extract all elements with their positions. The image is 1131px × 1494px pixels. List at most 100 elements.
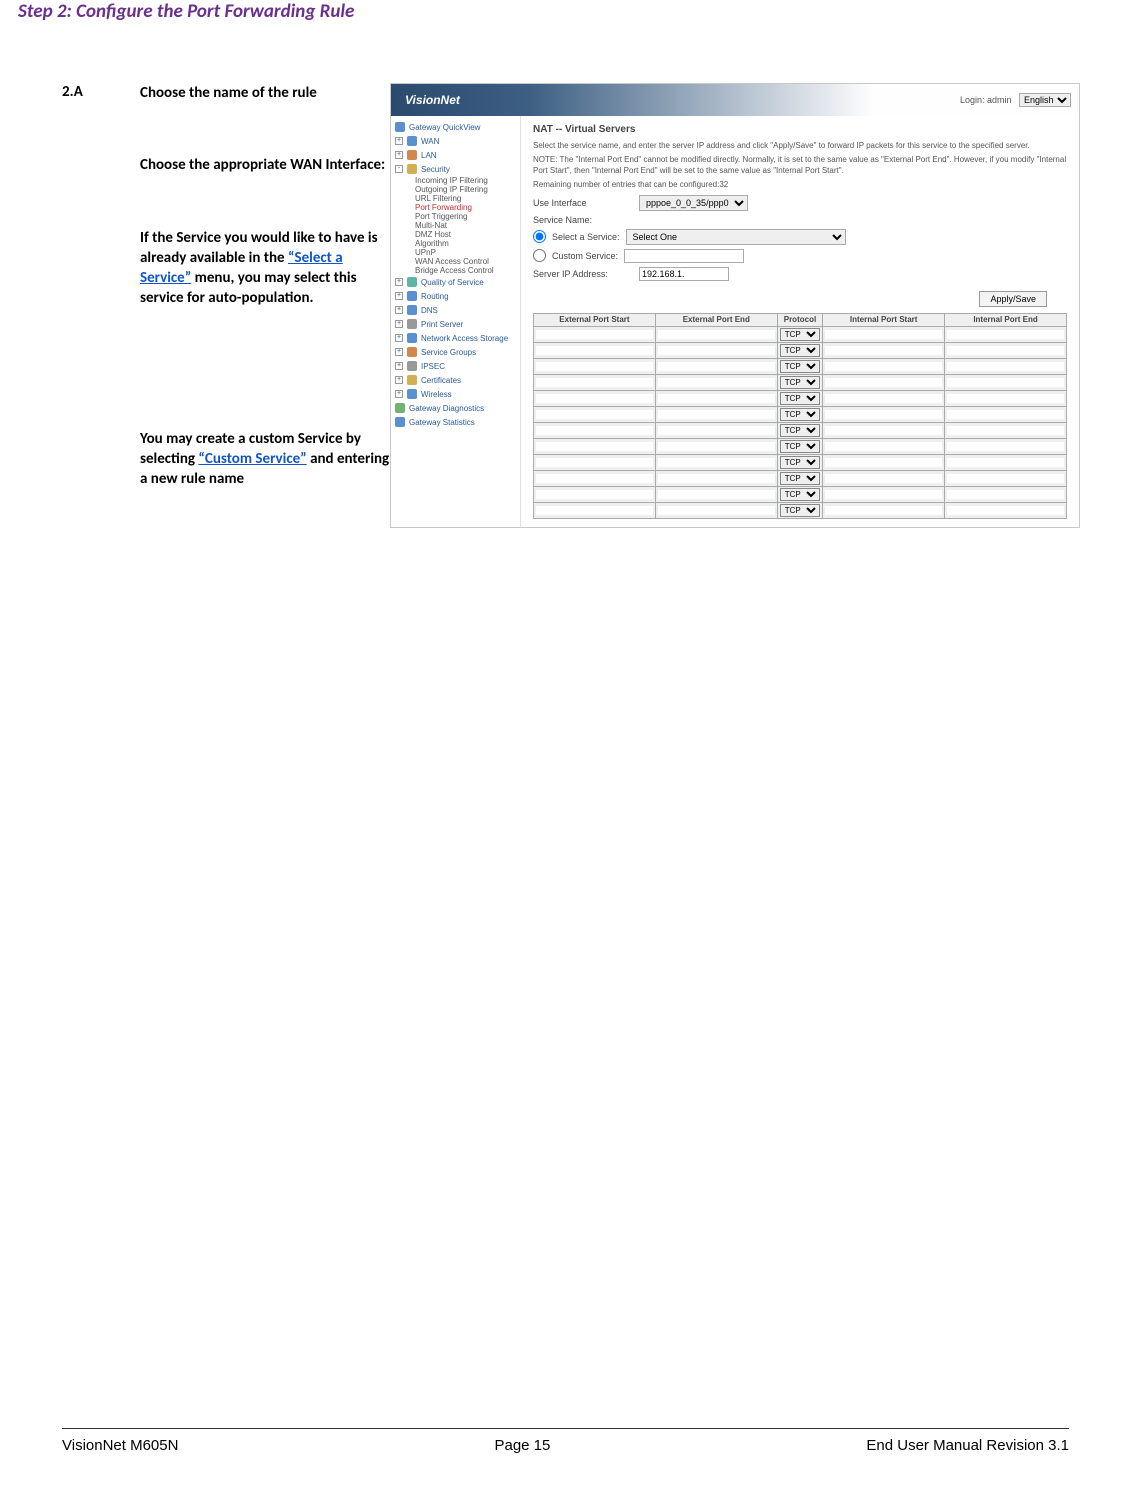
ext-port-end-input[interactable]: [658, 474, 775, 483]
int-port-start-input[interactable]: [825, 474, 942, 483]
protocol-select[interactable]: TCP: [780, 344, 821, 357]
expand-icon[interactable]: +: [395, 278, 403, 286]
int-port-start-input[interactable]: [825, 442, 942, 451]
sidebar-sub[interactable]: Port Triggering: [391, 212, 520, 221]
protocol-select[interactable]: TCP: [780, 440, 821, 453]
int-port-start-input[interactable]: [825, 330, 942, 339]
language-select[interactable]: English: [1019, 93, 1071, 107]
int-port-start-input[interactable]: [825, 490, 942, 499]
sidebar-item-routing[interactable]: +Routing: [391, 289, 520, 303]
ext-port-end-input[interactable]: [658, 346, 775, 355]
custom-service-input[interactable]: [624, 249, 744, 263]
sidebar-item-security[interactable]: -Security: [391, 162, 520, 176]
sidebar-item-ipsec[interactable]: +IPSEC: [391, 359, 520, 373]
sidebar-item-wireless[interactable]: +Wireless: [391, 387, 520, 401]
int-port-start-input[interactable]: [825, 394, 942, 403]
int-port-start-input[interactable]: [825, 458, 942, 467]
int-port-end-input[interactable]: [947, 410, 1064, 419]
int-port-end-input[interactable]: [947, 346, 1064, 355]
int-port-end-input[interactable]: [947, 490, 1064, 499]
int-port-start-input[interactable]: [825, 362, 942, 371]
int-port-start-input[interactable]: [825, 506, 942, 515]
int-port-end-input[interactable]: [947, 442, 1064, 451]
ext-port-end-input[interactable]: [658, 442, 775, 451]
ext-port-end-input[interactable]: [658, 490, 775, 499]
sidebar-sub[interactable]: Multi-Nat: [391, 221, 520, 230]
ext-port-start-input[interactable]: [536, 346, 653, 355]
ext-port-end-input[interactable]: [658, 410, 775, 419]
ext-port-start-input[interactable]: [536, 426, 653, 435]
int-port-end-input[interactable]: [947, 330, 1064, 339]
ext-port-start-input[interactable]: [536, 506, 653, 515]
sidebar-item-stats[interactable]: Gateway Statistics: [391, 415, 520, 429]
sidebar-sub[interactable]: Incoming IP Filtering: [391, 176, 520, 185]
int-port-start-input[interactable]: [825, 426, 942, 435]
protocol-select[interactable]: TCP: [780, 488, 821, 501]
expand-icon[interactable]: +: [395, 362, 403, 370]
protocol-select[interactable]: TCP: [780, 392, 821, 405]
ext-port-end-input[interactable]: [658, 426, 775, 435]
int-port-end-input[interactable]: [947, 426, 1064, 435]
ext-port-start-input[interactable]: [536, 474, 653, 483]
sidebar-item-qos[interactable]: +Quality of Service: [391, 275, 520, 289]
sidebar-item-quickview[interactable]: Gateway QuickView: [391, 120, 520, 134]
ext-port-start-input[interactable]: [536, 330, 653, 339]
ext-port-end-input[interactable]: [658, 378, 775, 387]
collapse-icon[interactable]: -: [395, 165, 403, 173]
int-port-end-input[interactable]: [947, 458, 1064, 467]
int-port-end-input[interactable]: [947, 394, 1064, 403]
select-service-radio[interactable]: [533, 230, 546, 243]
expand-icon[interactable]: +: [395, 292, 403, 300]
sidebar-item-diag[interactable]: Gateway Diagnostics: [391, 401, 520, 415]
sidebar-sub[interactable]: URL Filtering: [391, 194, 520, 203]
protocol-select[interactable]: TCP: [780, 504, 821, 517]
ext-port-start-input[interactable]: [536, 410, 653, 419]
server-ip-input[interactable]: [639, 267, 729, 281]
custom-service-radio[interactable]: [533, 249, 546, 262]
sidebar-sub[interactable]: Outgoing IP Filtering: [391, 185, 520, 194]
protocol-select[interactable]: TCP: [780, 376, 821, 389]
ext-port-end-input[interactable]: [658, 330, 775, 339]
ext-port-start-input[interactable]: [536, 394, 653, 403]
ext-port-start-input[interactable]: [536, 442, 653, 451]
protocol-select[interactable]: TCP: [780, 424, 821, 437]
int-port-start-input[interactable]: [825, 346, 942, 355]
sidebar-item-dns[interactable]: +DNS: [391, 303, 520, 317]
select-service-dropdown[interactable]: Select One: [626, 229, 846, 245]
expand-icon[interactable]: +: [395, 376, 403, 384]
protocol-select[interactable]: TCP: [780, 408, 821, 421]
protocol-select[interactable]: TCP: [780, 456, 821, 469]
expand-icon[interactable]: +: [395, 334, 403, 342]
ext-port-start-input[interactable]: [536, 362, 653, 371]
ext-port-end-input[interactable]: [658, 362, 775, 371]
int-port-end-input[interactable]: [947, 506, 1064, 515]
sidebar-sub[interactable]: Algorithm: [391, 239, 520, 248]
ext-port-start-input[interactable]: [536, 378, 653, 387]
sidebar-item-nas[interactable]: +Network Access Storage: [391, 331, 520, 345]
sidebar-sub[interactable]: UPnP: [391, 248, 520, 257]
expand-icon[interactable]: +: [395, 137, 403, 145]
expand-icon[interactable]: +: [395, 320, 403, 328]
int-port-end-input[interactable]: [947, 362, 1064, 371]
ext-port-start-input[interactable]: [536, 490, 653, 499]
expand-icon[interactable]: +: [395, 306, 403, 314]
int-port-start-input[interactable]: [825, 410, 942, 419]
use-interface-select[interactable]: pppoe_0_0_35/ppp0: [639, 195, 748, 211]
int-port-end-input[interactable]: [947, 474, 1064, 483]
sidebar-sub[interactable]: DMZ Host: [391, 230, 520, 239]
int-port-start-input[interactable]: [825, 378, 942, 387]
int-port-end-input[interactable]: [947, 378, 1064, 387]
sidebar-sub-active[interactable]: Port Forwarding: [391, 203, 520, 212]
ext-port-end-input[interactable]: [658, 458, 775, 467]
apply-save-button[interactable]: Apply/Save: [979, 291, 1047, 307]
protocol-select[interactable]: TCP: [780, 360, 821, 373]
sidebar-item-wan[interactable]: +WAN: [391, 134, 520, 148]
protocol-select[interactable]: TCP: [780, 328, 821, 341]
ext-port-end-input[interactable]: [658, 506, 775, 515]
expand-icon[interactable]: +: [395, 390, 403, 398]
sidebar-item-lan[interactable]: +LAN: [391, 148, 520, 162]
sidebar-sub[interactable]: Bridge Access Control: [391, 266, 520, 275]
sidebar-item-groups[interactable]: +Service Groups: [391, 345, 520, 359]
sidebar-item-certs[interactable]: +Certificates: [391, 373, 520, 387]
expand-icon[interactable]: +: [395, 151, 403, 159]
